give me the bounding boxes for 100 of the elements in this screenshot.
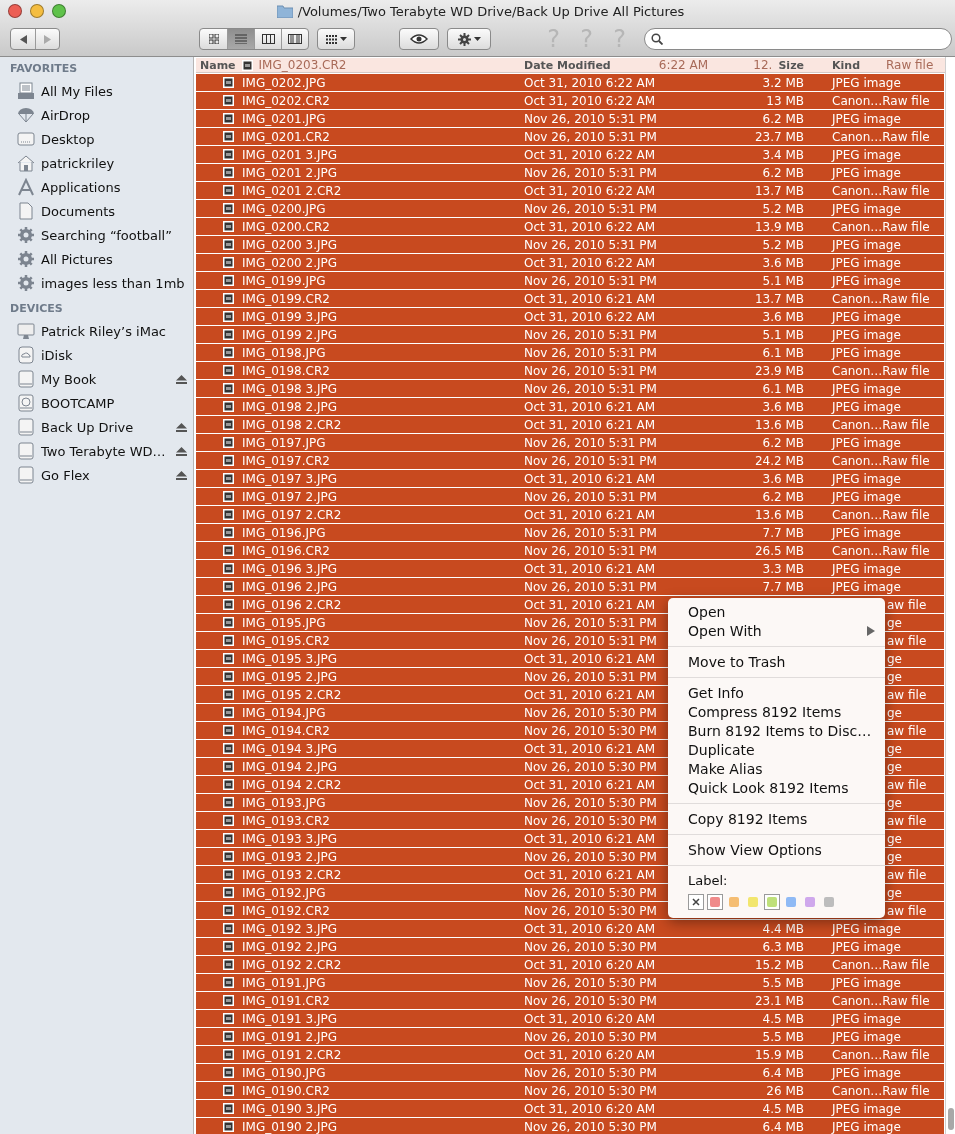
sidebar-item[interactable]: iDisk (0, 343, 193, 367)
file-row[interactable]: IMG_0197.CR2 Nov 26, 2010 5:31 PM 24.2 MB Canon…Raw file (196, 452, 944, 469)
file-row[interactable]: IMG_0191 2.CR2 Oct 31, 2010 6:20 AM 15.9 MB Canon…Raw file (196, 1046, 944, 1063)
sidebar-item[interactable]: Desktop (0, 127, 193, 151)
quick-look-button[interactable] (399, 28, 439, 50)
minimize-button[interactable] (30, 4, 44, 18)
file-row[interactable]: IMG_0199.CR2 Oct 31, 2010 6:21 AM 13.7 MB Canon…Raw file (196, 290, 944, 307)
file-row[interactable]: IMG_0191.JPG Nov 26, 2010 5:30 PM 5.5 MB JPEG image (196, 974, 944, 991)
file-row[interactable]: IMG_0201 2.CR2 Oct 31, 2010 6:22 AM 13.7 MB Canon…Raw file (196, 182, 944, 199)
label-swatch[interactable] (726, 894, 742, 910)
label-swatch[interactable] (802, 894, 818, 910)
file-row[interactable]: IMG_0201.CR2 Nov 26, 2010 5:31 PM 23.7 MB Canon…Raw file (196, 128, 944, 145)
no-label-option[interactable] (688, 894, 704, 910)
file-row[interactable]: IMG_0200.CR2 Oct 31, 2010 6:22 AM 13.9 MB Canon…Raw file (196, 218, 944, 235)
sidebar-item[interactable]: Searching “football” (0, 223, 193, 247)
label-swatch[interactable] (783, 894, 799, 910)
file-row[interactable]: IMG_0201 3.JPG Oct 31, 2010 6:22 AM 3.4 MB JPEG image (196, 146, 944, 163)
file-row[interactable]: IMG_0199.JPG Nov 26, 2010 5:31 PM 5.1 MB JPEG image (196, 272, 944, 289)
file-row[interactable]: IMG_0196 2.JPG Nov 26, 2010 5:31 PM 7.7 MB JPEG image (196, 578, 944, 595)
file-row[interactable]: IMG_0199 3.JPG Oct 31, 2010 6:22 AM 3.6 MB JPEG image (196, 308, 944, 325)
menu-item[interactable]: Copy 8192 Items (668, 809, 885, 828)
thumbnail-icon (241, 59, 253, 71)
file-row[interactable]: IMG_0190.JPG Nov 26, 2010 5:30 PM 6.4 MB JPEG image (196, 1064, 944, 1081)
action-button[interactable] (447, 28, 491, 50)
file-name: IMG_0192.JPG (242, 885, 326, 900)
file-row[interactable]: IMG_0190 3.JPG Oct 31, 2010 6:20 AM 4.5 MB JPEG image (196, 1100, 944, 1117)
file-row[interactable]: IMG_0200.JPG Nov 26, 2010 5:31 PM 5.2 MB JPEG image (196, 200, 944, 217)
file-row[interactable]: IMG_0202.CR2 Oct 31, 2010 6:22 AM 13 MB Canon…Raw file (196, 92, 944, 109)
menu-item[interactable]: Make Alias (668, 759, 885, 778)
file-name: IMG_0199 2.JPG (242, 327, 338, 342)
file-row[interactable]: IMG_0192 2.CR2 Oct 31, 2010 6:20 AM 15.2 MB Canon…Raw file (196, 956, 944, 973)
file-row[interactable]: IMG_0196.JPG Nov 26, 2010 5:31 PM 7.7 MB JPEG image (196, 524, 944, 541)
eject-icon[interactable] (176, 374, 187, 384)
file-row[interactable]: IMG_0191 3.JPG Oct 31, 2010 6:20 AM 4.5 MB JPEG image (196, 1010, 944, 1027)
file-row[interactable]: IMG_0201 2.JPG Nov 26, 2010 5:31 PM 6.2 MB JPEG image (196, 164, 944, 181)
file-row[interactable]: IMG_0198 2.JPG Oct 31, 2010 6:21 AM 3.6 MB JPEG image (196, 398, 944, 415)
sidebar-item[interactable]: Back Up Drive (0, 415, 193, 439)
eject-icon[interactable] (176, 422, 187, 432)
menu-item[interactable]: Get Info (668, 683, 885, 702)
view-mode-control[interactable] (199, 28, 309, 50)
file-row[interactable]: IMG_0198 3.JPG Nov 26, 2010 5:31 PM 6.1 MB JPEG image (196, 380, 944, 397)
file-row[interactable]: IMG_0200 2.JPG Oct 31, 2010 6:22 AM 3.6 MB JPEG image (196, 254, 944, 271)
grid-icon (325, 34, 337, 44)
file-row[interactable]: IMG_0199 2.JPG Nov 26, 2010 5:31 PM 5.1 MB JPEG image (196, 326, 944, 343)
zoom-button[interactable] (52, 4, 66, 18)
column-header[interactable]: Name (196, 58, 236, 72)
file-row[interactable]: IMG_0200 3.JPG Nov 26, 2010 5:31 PM 5.2 MB JPEG image (196, 236, 944, 253)
arrange-button[interactable] (317, 28, 355, 50)
file-name: IMG_0193.CR2 (242, 813, 330, 828)
sidebar-item[interactable]: My Book (0, 367, 193, 391)
kind-text: JPEG image (832, 345, 901, 360)
scrollbar-thumb[interactable] (947, 1108, 954, 1130)
file-row[interactable]: IMG_0197 2.CR2 Oct 31, 2010 6:21 AM 13.6 MB Canon…Raw file (196, 506, 944, 523)
eject-icon[interactable] (176, 470, 187, 480)
sidebar-item[interactable]: Documents (0, 199, 193, 223)
menu-item[interactable]: Burn 8192 Items to Disc… (668, 721, 885, 740)
file-row[interactable]: IMG_0196 3.JPG Oct 31, 2010 6:21 AM 3.3 MB JPEG image (196, 560, 944, 577)
file-name: IMG_0199.CR2 (242, 291, 330, 306)
column-header[interactable]: Kind (832, 58, 860, 72)
menu-item[interactable]: Duplicate (668, 740, 885, 759)
file-row[interactable]: IMG_0197 3.JPG Oct 31, 2010 6:21 AM 3.6 MB JPEG image (196, 470, 944, 487)
date-text: Oct 31, 2010 6:22 AM (524, 309, 656, 324)
sidebar-item[interactable]: images less than 1mb (0, 271, 193, 295)
file-row[interactable]: IMG_0191.CR2 Nov 26, 2010 5:30 PM 23.1 MB Canon…Raw file (196, 992, 944, 1009)
label-swatch[interactable] (821, 894, 837, 910)
search-field[interactable] (644, 28, 952, 50)
label-swatch[interactable] (707, 894, 723, 910)
date-text: Oct 31, 2010 6:20 AM (524, 921, 656, 936)
sidebar-item[interactable]: Two Terabyte WD… (0, 439, 193, 463)
file-row[interactable]: IMG_0192 3.JPG Oct 31, 2010 6:20 AM 4.4 MB JPEG image (196, 920, 944, 937)
caret-icon (473, 37, 481, 41)
file-row[interactable]: IMG_0198.JPG Nov 26, 2010 5:31 PM 6.1 MB JPEG image (196, 344, 944, 361)
file-row[interactable]: IMG_0198 2.CR2 Oct 31, 2010 6:21 AM 13.6 MB Canon…Raw file (196, 416, 944, 433)
label-swatch[interactable] (764, 894, 780, 910)
file-row[interactable]: IMG_0196.CR2 Nov 26, 2010 5:31 PM 26.5 MB Canon…Raw file (196, 542, 944, 559)
column-header[interactable]: Size (778, 58, 804, 72)
file-row[interactable]: IMG_0190 2.JPG Nov 26, 2010 5:30 PM 6.4 MB JPEG image (196, 1118, 944, 1134)
file-row[interactable]: IMG_0192 2.JPG Nov 26, 2010 5:30 PM 6.3 MB JPEG image (196, 938, 944, 955)
file-row[interactable]: IMG_0191 2.JPG Nov 26, 2010 5:30 PM 5.5 MB JPEG image (196, 1028, 944, 1045)
sidebar-item[interactable]: Go Flex (0, 463, 193, 487)
sidebar-item[interactable]: All Pictures (0, 247, 193, 271)
thumbnail-icon (223, 149, 234, 160)
sidebar-item[interactable]: Applications (0, 175, 193, 199)
column-header[interactable]: Date Modified (524, 58, 611, 72)
eject-icon[interactable] (176, 446, 187, 456)
file-row[interactable]: IMG_0197.JPG Nov 26, 2010 5:31 PM 6.2 MB JPEG image (196, 434, 944, 451)
label-swatch[interactable] (745, 894, 761, 910)
file-row[interactable]: IMG_0198.CR2 Nov 26, 2010 5:31 PM 23.9 MB Canon…Raw file (196, 362, 944, 379)
navigation-control[interactable] (10, 28, 60, 50)
sidebar-item[interactable]: AirDrop (0, 103, 193, 127)
sidebar-item[interactable]: patrickriley (0, 151, 193, 175)
sidebar-item[interactable]: All My Files (0, 79, 193, 103)
sidebar-item[interactable]: Patrick Riley’s iMac (0, 319, 193, 343)
close-button[interactable] (8, 4, 22, 18)
menu-item[interactable]: Compress 8192 Items (668, 702, 885, 721)
sidebar-item[interactable]: BOOTCAMP (0, 391, 193, 415)
file-row[interactable]: IMG_0201.JPG Nov 26, 2010 5:31 PM 6.2 MB JPEG image (196, 110, 944, 127)
file-row[interactable]: IMG_0190.CR2 Nov 26, 2010 5:30 PM 26 MB Canon…Raw file (196, 1082, 944, 1099)
file-row[interactable]: IMG_0202.JPG Oct 31, 2010 6:22 AM 3.2 MB JPEG image (196, 74, 944, 91)
file-row[interactable]: IMG_0197 2.JPG Nov 26, 2010 5:31 PM 6.2 MB JPEG image (196, 488, 944, 505)
